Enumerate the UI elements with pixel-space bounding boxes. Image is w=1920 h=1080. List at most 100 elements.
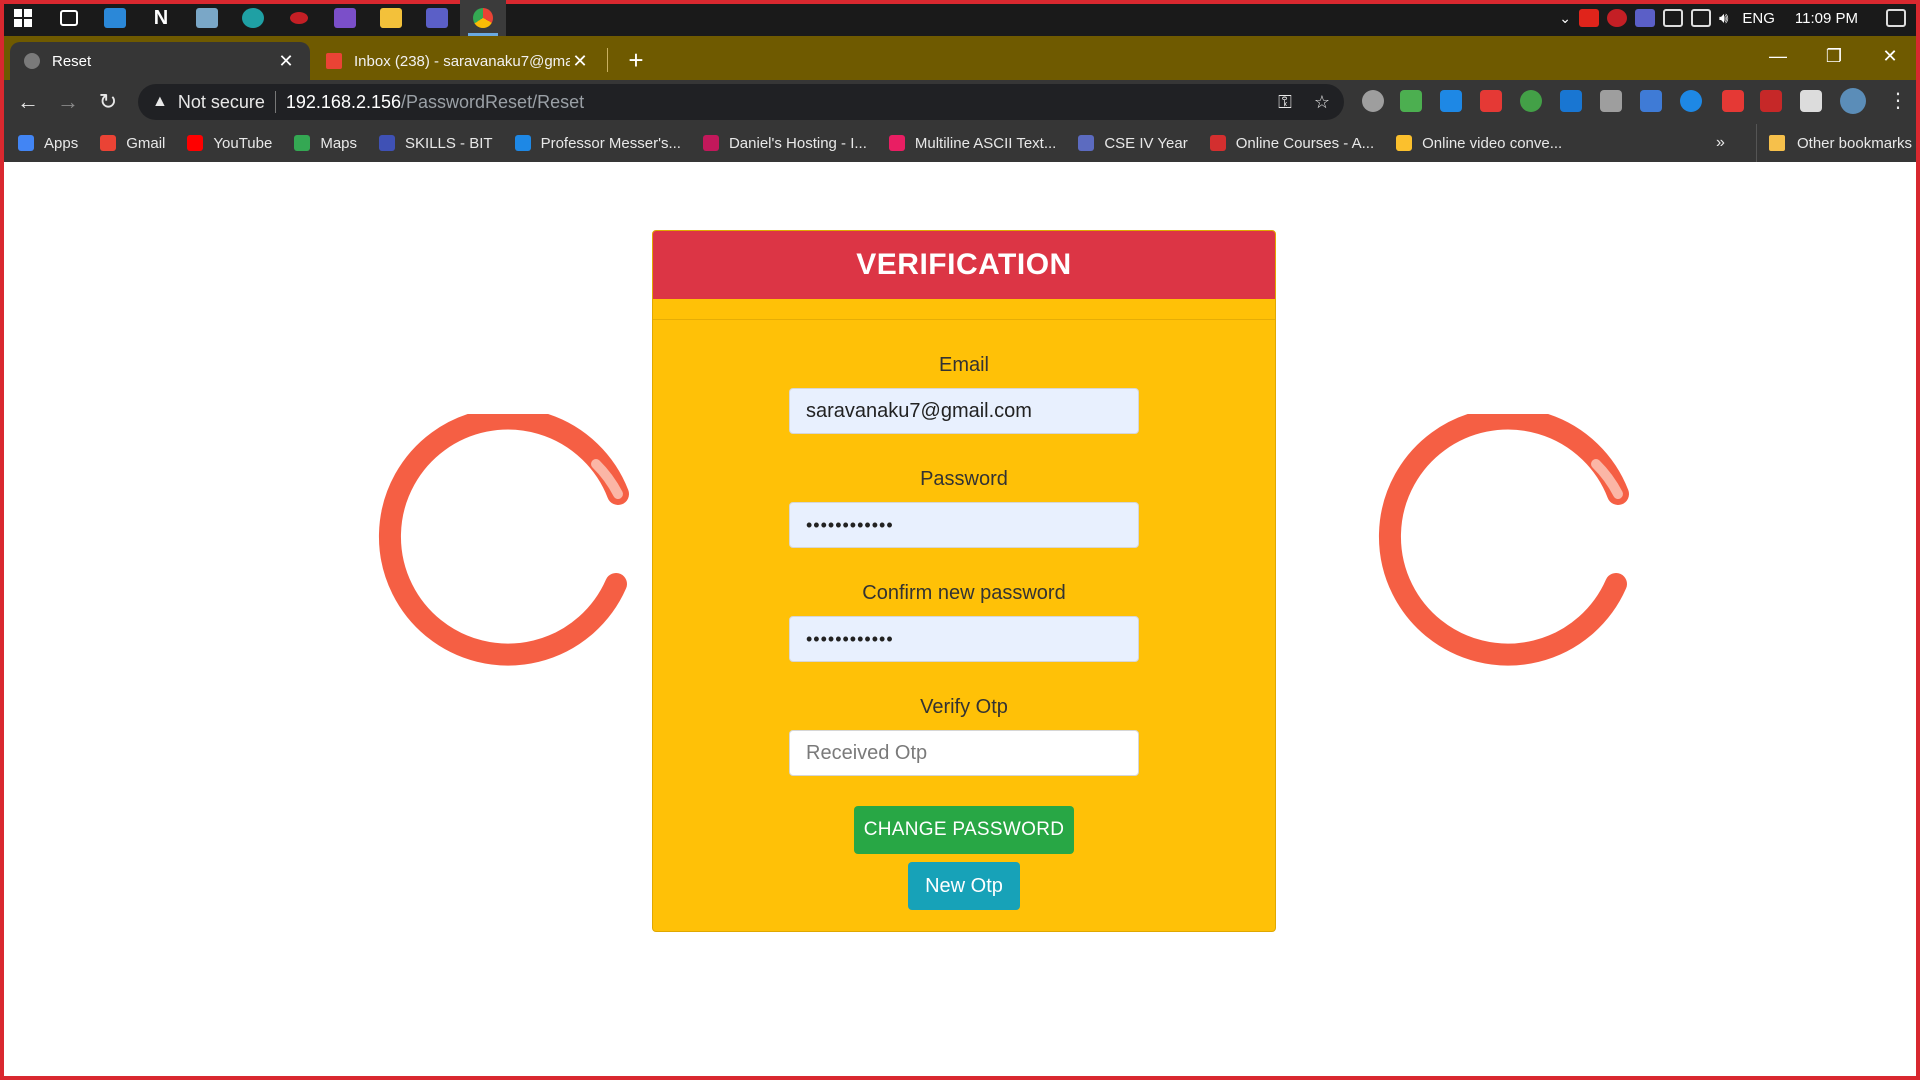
network-icon[interactable] [1690,9,1711,27]
tray-teams-icon[interactable] [1634,9,1655,27]
task-view-icon[interactable] [46,0,92,36]
windows-start-icon[interactable] [0,0,46,36]
extension-icon-1[interactable] [1362,90,1384,112]
chevron-up-icon[interactable]: ⌄ [1559,10,1571,27]
gmail-icon [100,135,117,151]
extension-icon-5[interactable] [1520,90,1542,112]
confirm-password-input[interactable]: •••••••••••• [789,616,1139,662]
new-otp-button[interactable]: New Otp [908,862,1020,910]
address-bar[interactable]: ▲ Not secure 192.168.2.156 /PasswordRese… [138,84,1344,120]
edge-icon[interactable] [230,0,276,36]
warning-icon[interactable]: ▲ [152,93,168,111]
security-label[interactable]: Not secure [178,92,265,113]
back-arrow-icon[interactable]: ← [8,84,48,120]
close-window-button[interactable]: ✕ [1862,36,1918,76]
extension-icon-7[interactable] [1600,90,1622,112]
bookmark-apps[interactable]: Apps [18,135,78,152]
confirm-password-value: •••••••••••• [806,628,894,649]
bookmark-label: Daniel's Hosting - I... [728,134,867,152]
extension-icon-9[interactable] [1722,90,1744,112]
youtube-icon [187,135,204,151]
tab-inbox[interactable]: Inbox (238) - saravanaku7@gmai ✕ [312,42,604,80]
reload-icon[interactable]: ↻ [88,84,128,120]
confirm-password-group: Confirm new password •••••••••••• [653,582,1275,662]
extension-icon-10[interactable] [1760,90,1782,112]
new-tab-button[interactable]: + [620,44,652,76]
globe-icon [24,53,40,69]
extension-icon-4[interactable] [1480,90,1502,112]
password-value: •••••••••••• [806,514,894,535]
more-bookmarks-chevron-icon[interactable]: » [1716,124,1725,162]
loading-spinner-left-icon [378,414,629,666]
chrome-icon[interactable] [460,0,506,36]
bookmark-multiline-ascii[interactable]: Multiline ASCII Text... [888,135,1056,152]
close-icon[interactable]: ✕ [276,51,296,71]
password-input[interactable]: •••••••••••• [789,502,1139,548]
confirm-password-label: Confirm new password [862,582,1066,604]
file-explorer-icon[interactable] [368,0,414,36]
app-icon-3[interactable] [184,0,230,36]
visual-studio-icon[interactable] [322,0,368,36]
teams-icon[interactable] [414,0,460,36]
clock[interactable]: 11:09 PM [1789,10,1864,27]
language-indicator[interactable]: ENG [1736,10,1781,27]
menu-dots-icon[interactable]: ⋮ [1888,88,1908,113]
close-icon[interactable]: ✕ [570,51,590,71]
avatar[interactable] [1840,88,1866,114]
tab-reset[interactable]: Reset ✕ [10,42,310,80]
bookmark-label: Online Courses - A... [1235,134,1375,152]
password-label: Password [920,468,1008,490]
app-icon-2[interactable]: N [138,0,184,36]
extension-icon-2[interactable] [1400,90,1422,112]
bow-icon [888,135,905,151]
bookmark-daniels-hosting[interactable]: Daniel's Hosting - I... [702,134,867,152]
bookmark-maps[interactable]: Maps [294,135,357,152]
forward-arrow-icon[interactable]: → [48,84,88,120]
tray-app-icon-2[interactable] [1606,9,1627,27]
otp-input[interactable]: Received Otp [789,730,1139,776]
extension-icon-8[interactable] [1680,90,1702,112]
puzzle-icon[interactable] [1800,90,1822,112]
bookmark-youtube[interactable]: YouTube [187,135,272,152]
bookmark-skills-bit[interactable]: SKILLS - BIT [379,135,493,152]
raspberry-icon [702,135,719,151]
bookmark-gmail[interactable]: Gmail [100,135,165,152]
bookmark-cse-iv-year[interactable]: CSE IV Year [1078,134,1188,152]
key-icon[interactable]: ⚿ [1278,92,1292,113]
extension-icon-6[interactable] [1560,90,1582,112]
other-bookmarks-label: Other bookmarks [1797,134,1913,152]
change-password-button[interactable]: CHANGE PASSWORD [854,806,1074,854]
translate-icon[interactable] [1640,90,1662,112]
extension-icon-3[interactable] [1440,90,1462,112]
professor-messer-icon [514,135,531,151]
courses-icon [1209,135,1226,151]
email-value: saravanaku7@gmail.com [806,399,1032,422]
notifications-icon[interactable] [1886,9,1906,27]
minimize-button[interactable]: — [1750,36,1806,76]
url-host: 192.168.2.156 [285,91,402,112]
loading-spinner-right-icon [1378,414,1629,666]
app-icon-1[interactable] [92,0,138,36]
other-bookmarks[interactable]: Other bookmarks [1756,124,1912,162]
volume-icon[interactable]: 🔊︎ [1719,10,1728,27]
bookmark-online-courses[interactable]: Online Courses - A... [1209,134,1375,152]
email-input[interactable]: saravanaku7@gmail.com [789,388,1139,434]
tab-separator [607,48,608,72]
restore-button[interactable]: ❐ [1806,36,1862,76]
email-group: Email saravanaku7@gmail.com [653,354,1275,434]
battery-icon[interactable] [1662,9,1683,27]
star-icon[interactable]: ☆ [1314,92,1330,113]
system-tray: ⌄ 🔊︎ ENG 11:09 PM [1559,0,1920,36]
video-converter-icon [1396,135,1413,151]
bookmark-professor-messer[interactable]: Professor Messer's... [514,135,681,152]
bookmark-label: Gmail [126,134,166,152]
browser-toolbar: ← → ↻ ▲ Not secure 192.168.2.156 /Passwo… [0,80,1920,124]
apps-grid-icon [18,135,34,151]
bookmarks-bar: Apps Gmail YouTube Maps SKILLS - BIT Pro… [0,124,1920,162]
bookmark-label: Online video conve... [1422,134,1563,152]
bookmark-label: CSE IV Year [1104,134,1188,152]
app-icon-4[interactable] [276,0,322,36]
bookmark-online-video-converter[interactable]: Online video conve... [1396,135,1562,152]
tray-app-icon-1[interactable] [1578,9,1599,27]
card-divider [653,319,1275,320]
